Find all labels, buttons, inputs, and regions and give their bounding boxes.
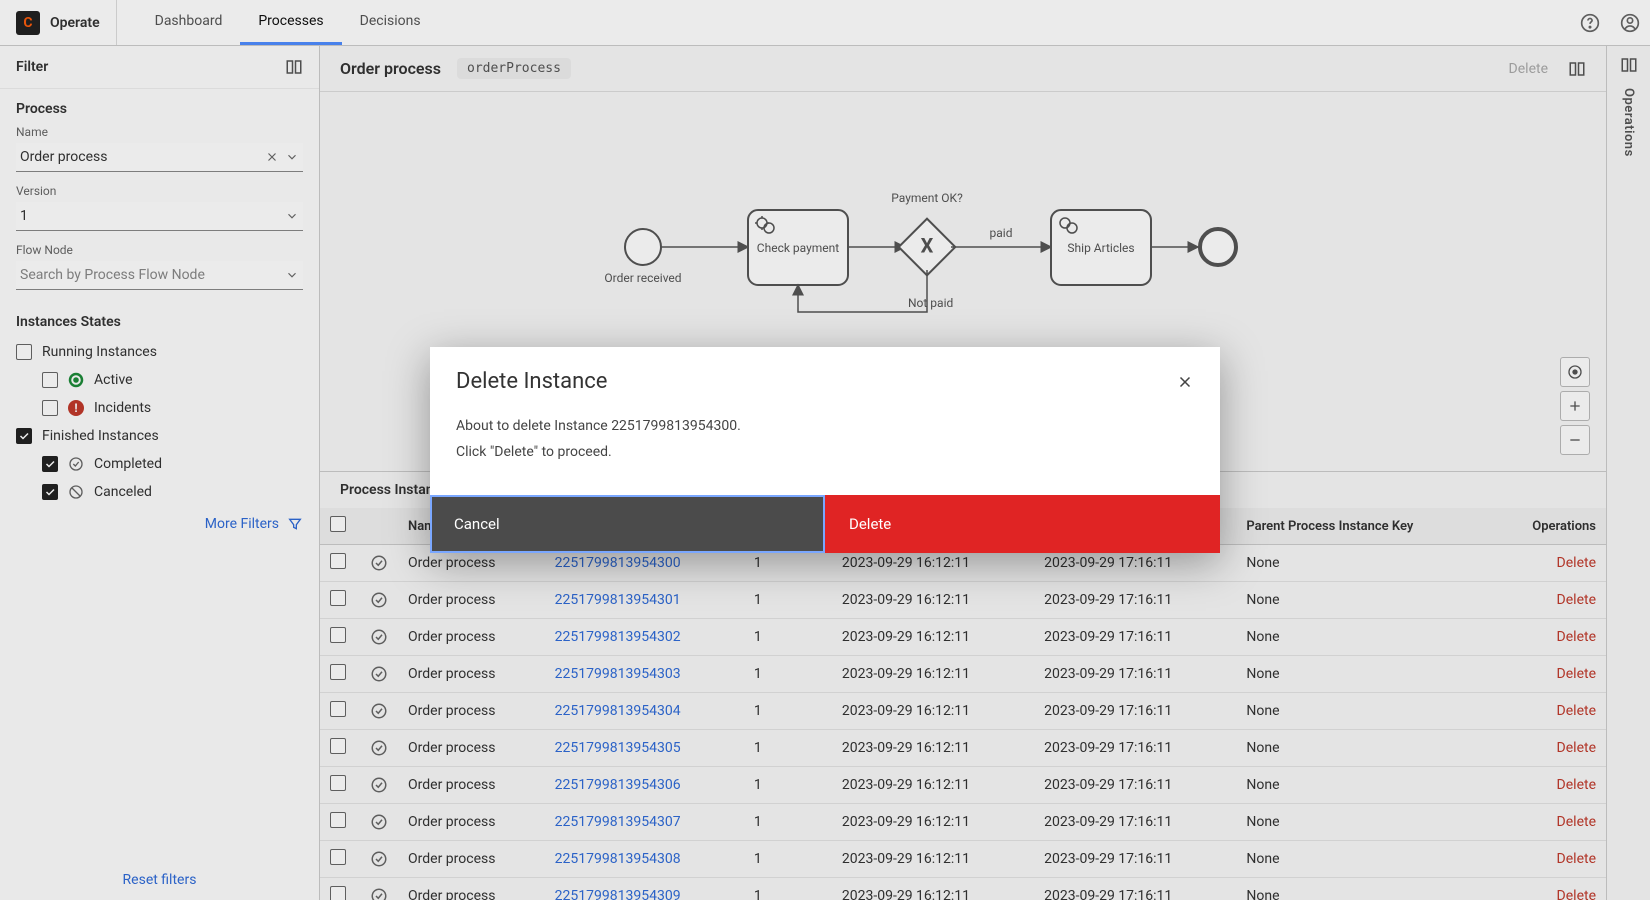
modal-cancel-button[interactable]: Cancel bbox=[430, 495, 825, 553]
modal-close-icon[interactable] bbox=[1176, 373, 1194, 391]
modal-body-line2: Click "Delete" to proceed. bbox=[456, 440, 1194, 465]
modal-body-line1: About to delete Instance 225179981395430… bbox=[456, 414, 1194, 439]
modal-title: Delete Instance bbox=[456, 369, 607, 394]
modal-delete-button[interactable]: Delete bbox=[825, 495, 1220, 553]
delete-instance-modal: Delete Instance About to delete Instance… bbox=[430, 347, 1220, 552]
modal-backdrop: Delete Instance About to delete Instance… bbox=[0, 0, 1650, 900]
